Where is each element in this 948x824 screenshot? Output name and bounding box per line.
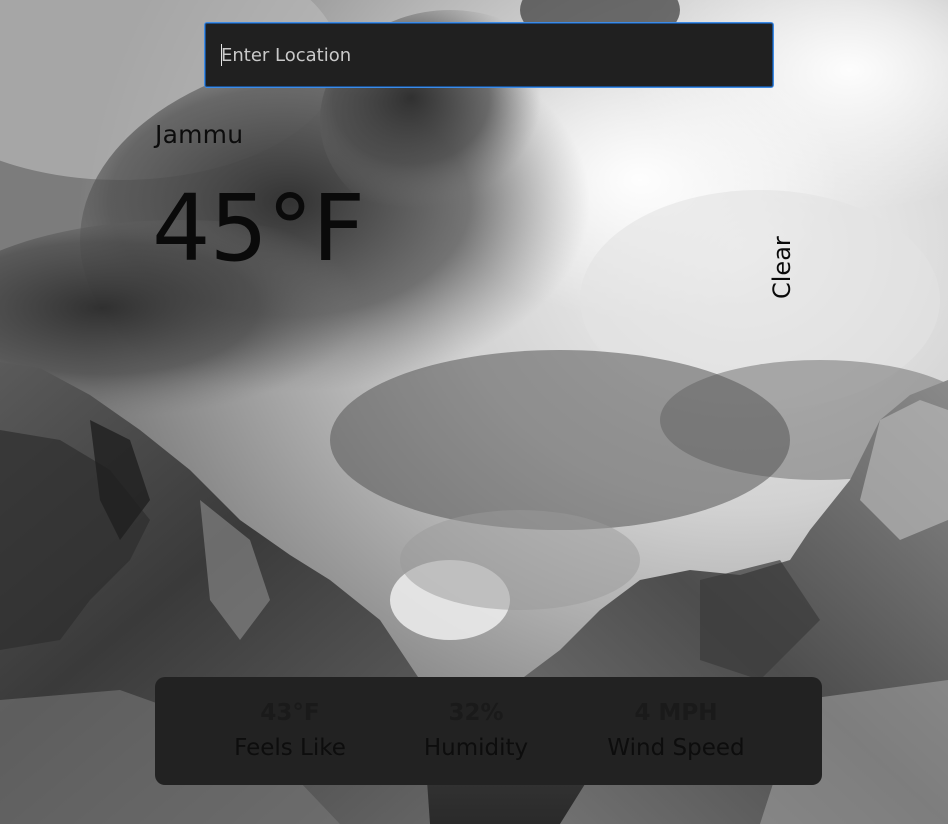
feels-like-value: 43°F bbox=[260, 700, 320, 726]
feels-like-label: Feels Like bbox=[234, 735, 346, 761]
feels-like-stat: 43°F Feels Like bbox=[215, 697, 365, 767]
wind-speed-stat: 4 MPH Wind Speed bbox=[593, 697, 759, 767]
weather-condition: Clear bbox=[768, 236, 796, 299]
weather-stats-panel: 43°F Feels Like 32% Humidity 4 MPH Wind … bbox=[155, 677, 822, 785]
humidity-value: 32% bbox=[448, 700, 504, 726]
wind-speed-value: 4 MPH bbox=[634, 700, 718, 726]
location-search-input[interactable] bbox=[204, 22, 774, 88]
wind-speed-label: Wind Speed bbox=[607, 735, 745, 761]
location-name: Jammu bbox=[155, 120, 244, 149]
weather-app: Jammu 45°F Clear 43°F Feels Like 32% Hum… bbox=[0, 0, 948, 824]
humidity-label: Humidity bbox=[423, 735, 529, 761]
humidity-stat: 32% Humidity bbox=[401, 697, 551, 767]
current-temperature: 45°F bbox=[152, 175, 365, 282]
text-cursor bbox=[221, 44, 222, 66]
